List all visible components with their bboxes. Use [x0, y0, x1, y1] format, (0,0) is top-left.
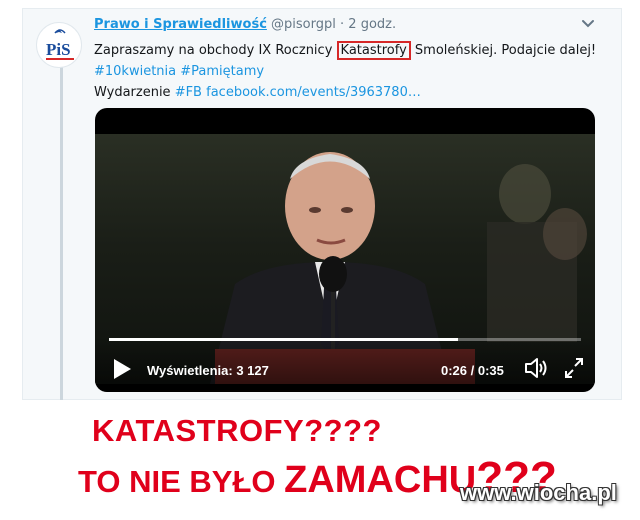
- tweet-header: Prawo i Sprawiedliwość @pisorgpl · 2 god…: [94, 17, 396, 32]
- author-handle[interactable]: @pisorgpl: [271, 17, 336, 32]
- avatar-text: PiS: [46, 40, 71, 59]
- volume-icon[interactable]: [523, 356, 549, 380]
- hashtags[interactable]: #10kwietnia #Pamiętamy: [94, 61, 596, 82]
- progress-bar[interactable]: [109, 338, 581, 341]
- tweet-line-1: Zapraszamy na obchody IX Rocznicy Katast…: [94, 40, 596, 61]
- avatar[interactable]: PiS: [36, 22, 82, 68]
- caption-part-a: TO NIE BYŁO: [78, 464, 285, 499]
- progress-fill: [109, 338, 459, 341]
- video-time: 0:26 / 0:35: [441, 363, 504, 378]
- overlay-caption-line-1: KATASTROFY????: [92, 413, 382, 448]
- event-hashtag[interactable]: #FB: [175, 85, 202, 100]
- event-prefix: Wydarzenie: [94, 85, 175, 100]
- tweet-time[interactable]: 2 godz.: [348, 17, 396, 32]
- event-link[interactable]: facebook.com/events/3963780…: [206, 85, 421, 100]
- thread-line: [60, 62, 63, 400]
- tweet-line-3: Wydarzenie #FB facebook.com/events/39637…: [94, 82, 596, 103]
- pis-logo-icon: PiS: [46, 29, 74, 60]
- chevron-down-icon[interactable]: [580, 18, 596, 30]
- highlighted-word: Katastrofy: [336, 41, 411, 60]
- separator: ·: [340, 17, 345, 32]
- text-after: Smoleńskiej. Podajcie dalej!: [410, 43, 597, 58]
- video-player[interactable]: Wyświetlenia: 3 127 0:26 / 0:35: [95, 108, 595, 392]
- view-count: Wyświetlenia: 3 127: [147, 363, 269, 378]
- author-name[interactable]: Prawo i Sprawiedliwość: [94, 17, 267, 32]
- tweet-text: Zapraszamy na obchody IX Rocznicy Katast…: [94, 40, 596, 103]
- watermark: www.wiocha.pl: [460, 480, 617, 505]
- text-before: Zapraszamy na obchody IX Rocznicy: [94, 43, 337, 58]
- play-icon[interactable]: [111, 357, 133, 381]
- caption-part-b: ZAMACHU: [284, 459, 477, 501]
- fullscreen-icon[interactable]: [563, 356, 585, 380]
